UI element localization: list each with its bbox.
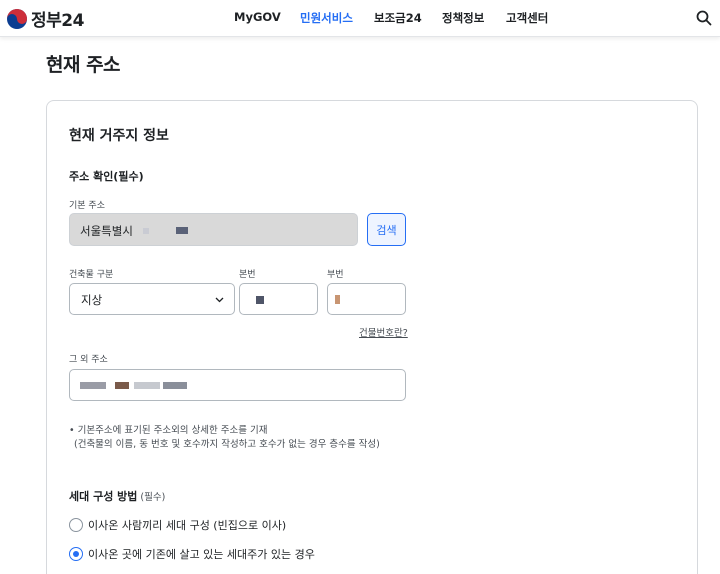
building-type-select[interactable]: 지상 bbox=[69, 283, 235, 315]
nav-subsidy24[interactable]: 보조금24 bbox=[374, 10, 422, 26]
other-address-input[interactable] bbox=[69, 369, 406, 401]
redacted-block bbox=[134, 382, 160, 389]
redacted-block bbox=[143, 228, 149, 234]
household-title-text: 세대 구성 방법 bbox=[69, 490, 138, 503]
nav-customer-center[interactable]: 고객센터 bbox=[506, 10, 548, 26]
address-confirm-title: 주소 확인(필수) bbox=[69, 170, 144, 183]
household-option-new[interactable]: 이사온 사람끼리 세대 구성 (빈집으로 이사) bbox=[69, 517, 286, 533]
main-number-label: 본번 bbox=[239, 270, 256, 280]
other-address-label: 그 외 주소 bbox=[69, 355, 108, 365]
sub-number-input[interactable] bbox=[327, 283, 406, 315]
address-note-line2: (건축물의 이름, 동 번호 및 호수까지 작성하고 호수가 없는 경우 층수를… bbox=[74, 439, 380, 450]
sub-number-label: 부번 bbox=[327, 270, 344, 280]
radio-button[interactable] bbox=[69, 518, 83, 532]
section-title: 현재 거주지 정보 bbox=[69, 128, 169, 144]
main-number-input[interactable] bbox=[239, 283, 318, 315]
nav-mygov[interactable]: MyGOV bbox=[234, 10, 281, 24]
household-option-label: 이사온 사람끼리 세대 구성 (빈집으로 이사) bbox=[88, 519, 287, 532]
building-type-label: 건축물 구분 bbox=[69, 270, 114, 280]
main-nav: MyGOV 민원서비스 보조금24 정책정보 고객센터 bbox=[0, 10, 720, 26]
page-title: 현재 주소 bbox=[46, 54, 121, 76]
building-number-help-link[interactable]: 건물번호란? bbox=[359, 325, 408, 339]
redacted-block bbox=[176, 227, 188, 234]
redacted-block bbox=[163, 382, 187, 389]
address-note-line1: • 기본주소에 표기된 주소외의 상세한 주소를 기재 bbox=[69, 425, 268, 436]
base-address-field: 서울특별시 bbox=[69, 213, 358, 246]
redacted-block bbox=[115, 382, 129, 389]
site-header: 정부24 MyGOV 민원서비스 보조금24 정책정보 고객센터 bbox=[0, 0, 720, 37]
address-search-button[interactable]: 검색 bbox=[367, 213, 406, 246]
nav-civil-service[interactable]: 민원서비스 bbox=[300, 10, 353, 26]
household-option-label: 이사온 곳에 기존에 살고 있는 세대주가 있는 경우 bbox=[88, 548, 315, 561]
household-option-existing[interactable]: 이사온 곳에 기존에 살고 있는 세대주가 있는 경우 bbox=[69, 546, 315, 562]
radio-button-selected[interactable] bbox=[69, 547, 83, 561]
chevron-down-icon bbox=[215, 297, 224, 303]
redacted-block bbox=[80, 382, 106, 389]
household-title: 세대 구성 방법 (필수) bbox=[69, 488, 165, 504]
household-required: (필수) bbox=[140, 492, 166, 503]
building-type-value: 지상 bbox=[81, 293, 103, 307]
base-address-label: 기본 주소 bbox=[69, 201, 105, 211]
redacted-block bbox=[256, 296, 264, 304]
nav-policy-info[interactable]: 정책정보 bbox=[442, 10, 484, 26]
base-address-value: 서울특별시 bbox=[80, 224, 133, 238]
search-icon[interactable] bbox=[695, 9, 713, 27]
redacted-block bbox=[335, 295, 340, 304]
